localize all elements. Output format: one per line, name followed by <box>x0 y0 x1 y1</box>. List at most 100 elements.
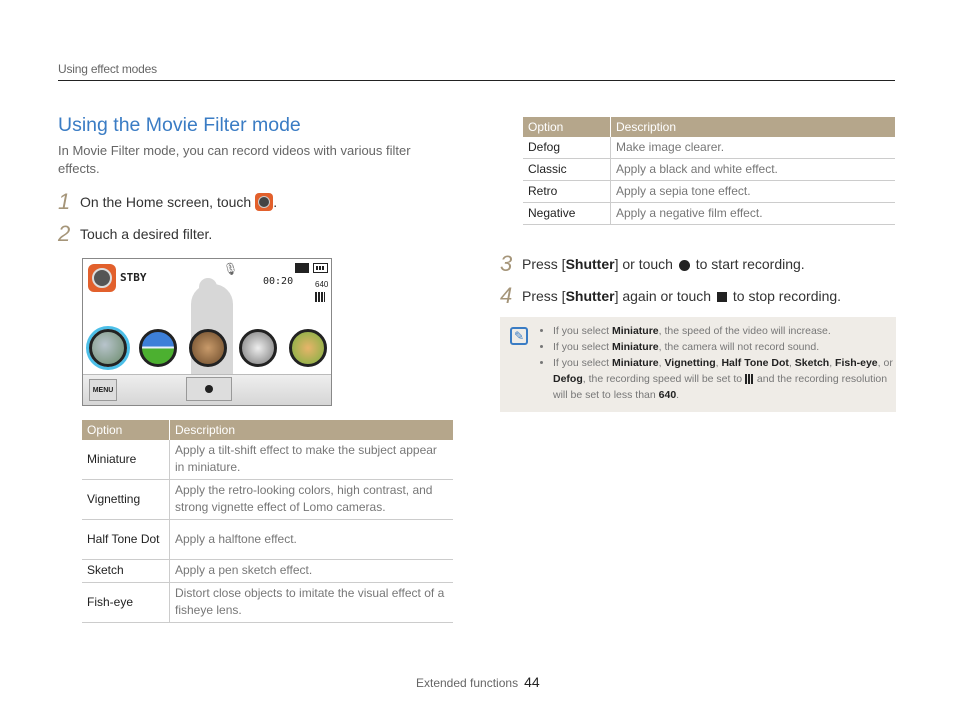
running-head: Using effect modes <box>58 62 157 76</box>
filter-options-table-1: Option Description Miniature Apply a tilt… <box>82 420 453 623</box>
note-bold: Half Tone Dot <box>721 357 789 369</box>
option-cell: Defog <box>523 137 611 159</box>
header-divider <box>58 80 895 81</box>
step-number: 4 <box>500 283 513 308</box>
resolution-indicator: 640 <box>315 280 329 289</box>
description-cell: Apply a pen sketch effect. <box>169 559 453 583</box>
option-cell: Half Tone Dot <box>82 519 170 560</box>
shutter-key: Shutter <box>565 256 615 272</box>
step-text: to start recording. <box>695 256 805 272</box>
step-4: 4 Press [Shutter] again or touch to stop… <box>500 283 841 309</box>
recording-time: 00:20 <box>263 276 294 287</box>
step-number: 1 <box>58 189 71 214</box>
frame-rate-icon <box>315 292 325 302</box>
stop-icon <box>716 292 727 303</box>
record-icon <box>205 385 213 393</box>
step-punct: . <box>273 194 278 210</box>
option-cell: Retro <box>523 180 611 203</box>
table-row: Defog Make image clearer. <box>523 137 895 159</box>
record-icon <box>678 259 690 271</box>
intro-text: In Movie Filter mode, you can record vid… <box>58 143 411 176</box>
note-text: If you select <box>553 341 612 353</box>
note-bold: Fish-eye <box>835 357 878 369</box>
column-header-description: Description <box>610 117 895 137</box>
page-title: Using the Movie Filter mode <box>58 114 301 136</box>
note-pencil-icon: ✎ <box>510 327 528 345</box>
note-text: If you select <box>553 325 612 337</box>
description-cell: Apply a black and white effect. <box>610 158 895 181</box>
record-button[interactable] <box>186 377 232 401</box>
note-bold: Miniature <box>611 325 659 337</box>
note-item: If you select Miniature, Vignetting, Hal… <box>553 355 898 403</box>
note-text: . <box>676 389 680 401</box>
column-header-description: Description <box>169 420 453 440</box>
note-bold: Vignetting <box>664 357 716 369</box>
step-1: 1 On the Home screen, touch . <box>58 189 277 215</box>
filter-carousel <box>89 329 327 367</box>
note-text: If you select <box>553 357 612 369</box>
step-number: 2 <box>58 221 71 246</box>
step-text: Touch a desired filter. <box>80 226 213 242</box>
status-standby: STBY <box>120 271 147 284</box>
note-list: If you select Miniature, the speed of th… <box>540 323 898 403</box>
step-text: Press [ <box>522 256 566 272</box>
note-text: , or <box>877 357 893 369</box>
note-text: , the recording speed will be set to <box>582 373 743 385</box>
step-2: 2 Touch a desired filter. <box>58 221 212 247</box>
note-text: , the camera will not record sound. <box>658 341 820 353</box>
step-text: ] or touch <box>614 256 673 272</box>
note-item: If you select Miniature, the speed of th… <box>553 323 898 339</box>
page-footer: Extended functions 44 <box>416 674 540 690</box>
table-row: Classic Apply a black and white effect. <box>523 158 895 181</box>
filter-vignetting[interactable] <box>139 329 177 367</box>
movie-filter-mode-icon[interactable] <box>88 264 116 292</box>
option-cell: Sketch <box>82 559 170 583</box>
table-row: Negative Apply a negative film effect. <box>523 202 895 225</box>
note-item: If you select Miniature, the camera will… <box>553 339 898 355</box>
description-cell: Make image clearer. <box>610 137 895 159</box>
mute-mic-icon: 🎙 <box>223 262 239 276</box>
step-text: On the Home screen, touch <box>80 194 252 210</box>
description-cell: Apply a negative film effect. <box>610 202 895 225</box>
frame-rate-icon <box>745 374 755 385</box>
table-row: Fish-eye Distort close objects to imitate… <box>82 582 453 623</box>
note-box: ✎ If you select Miniature, the speed of … <box>500 317 896 412</box>
table-row: Retro Apply a sepia tone effect. <box>523 180 895 203</box>
filter-fish-eye[interactable] <box>289 329 327 367</box>
filter-miniature[interactable] <box>89 329 127 367</box>
note-bold: Miniature <box>611 357 659 369</box>
description-cell: Apply a sepia tone effect. <box>610 180 895 203</box>
column-header-option: Option <box>82 420 170 440</box>
option-cell: Miniature <box>82 440 170 480</box>
battery-icon <box>313 263 328 273</box>
filter-options-table-2: Option Description Defog Make image clear… <box>523 117 895 225</box>
step-number: 3 <box>500 251 513 276</box>
option-cell: Negative <box>523 202 611 225</box>
footer-section: Extended functions <box>416 676 519 690</box>
description-cell: Distort close objects to imitate the vis… <box>169 582 453 623</box>
page-number: 44 <box>524 674 540 690</box>
description-cell: Apply a halftone effect. <box>169 519 453 560</box>
step-3: 3 Press [Shutter] or touch to start reco… <box>500 251 805 277</box>
note-text: , the speed of the video will increase. <box>658 325 831 337</box>
camera-screen: STBY 🎙 00:20 640 MENU <box>82 258 332 406</box>
menu-button[interactable]: MENU <box>89 379 117 401</box>
option-cell: Classic <box>523 158 611 181</box>
note-bold: Defog <box>553 373 583 385</box>
filter-sketch[interactable] <box>239 329 277 367</box>
note-bold: Miniature <box>611 341 659 353</box>
option-cell: Fish-eye <box>82 582 170 623</box>
table-row: Vignetting Apply the retro-looking colors… <box>82 479 453 520</box>
table-row: Half Tone Dot Apply a halftone effect. <box>82 519 453 560</box>
table-row: Sketch Apply a pen sketch effect. <box>82 559 453 583</box>
movie-filter-app-icon <box>255 193 274 211</box>
step-text: Press [ <box>522 288 566 304</box>
column-header-option: Option <box>523 117 611 137</box>
memory-card-icon <box>295 263 309 273</box>
table-row: Miniature Apply a tilt-shift effect to ma… <box>82 440 453 480</box>
step-text: to stop recording. <box>732 288 842 304</box>
note-bold: 640 <box>658 389 677 401</box>
shutter-key: Shutter <box>565 288 615 304</box>
filter-half-tone-dot[interactable] <box>189 329 227 367</box>
note-bold: Sketch <box>794 357 830 369</box>
